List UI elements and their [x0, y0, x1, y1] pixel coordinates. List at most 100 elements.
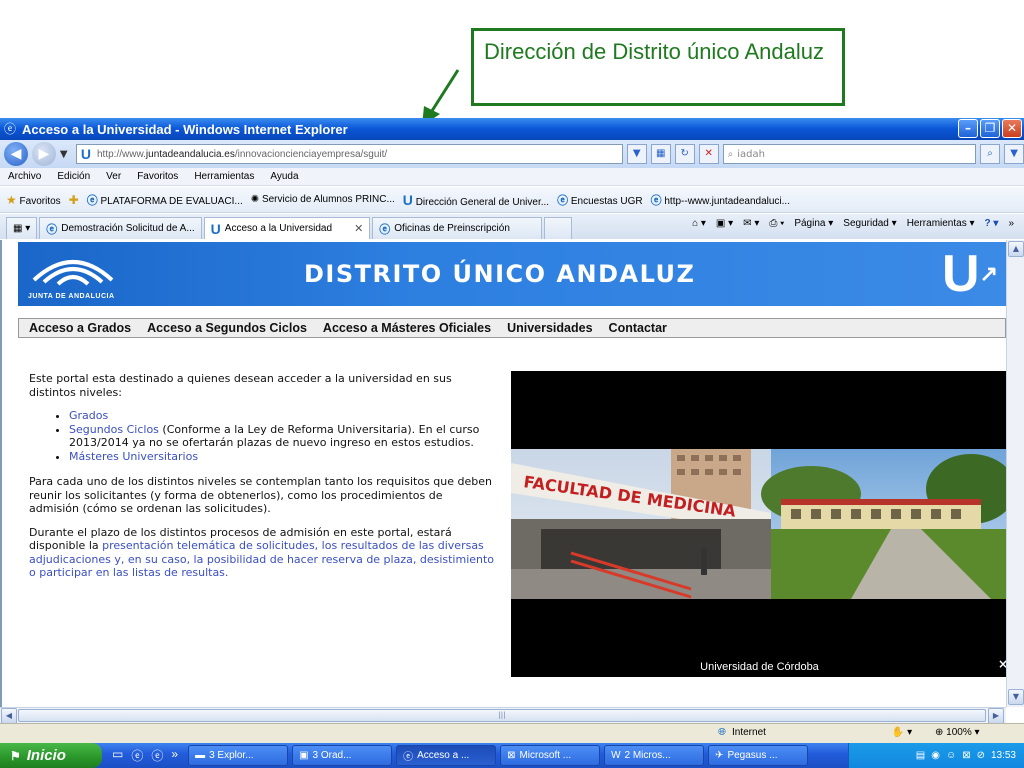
search-button[interactable]: ⌕ [980, 144, 1001, 164]
tray-icon[interactable]: ◉ [931, 750, 940, 761]
photo-facultad-medicina: FACULTAD DE MEDICINA [511, 449, 1006, 599]
forward-button[interactable]: ▶ [31, 142, 56, 166]
link-segundos-ciclos[interactable]: Segundos Ciclos [69, 423, 159, 436]
tab-acceso-universidad[interactable]: U Acceso a la Universidad ✕ [203, 217, 371, 239]
refresh-button[interactable]: ↻ [674, 144, 695, 164]
menu-ver[interactable]: Ver [106, 171, 121, 182]
clock[interactable]: 13:53 [991, 750, 1016, 761]
tab-demostracion[interactable]: ⓔ Demostración Solicitud de A... [39, 217, 202, 239]
history-dropdown-icon[interactable]: ▼ [60, 149, 72, 160]
site-favicon: U [80, 146, 91, 162]
tray-icon[interactable]: ⊘ [977, 750, 985, 761]
nav-acceso-masteres[interactable]: Acceso a Másteres Oficiales [323, 321, 491, 335]
mail-icon[interactable]: ✉ ▾ [743, 218, 759, 229]
nav-acceso-segundos-ciclos[interactable]: Acceso a Segundos Ciclos [147, 321, 307, 335]
scroll-left-button[interactable]: ◀ [1, 708, 17, 724]
admission-paragraph: Durante el plazo de los distintos proces… [29, 526, 495, 580]
close-icon[interactable]: × [998, 657, 1006, 671]
security-menu[interactable]: Seguridad ▾ [843, 218, 896, 229]
start-button[interactable]: ⚑ Inicio [0, 743, 102, 768]
levels-list: Grados Segundos Ciclos (Conforme a la Le… [69, 409, 495, 463]
fav-item-direccion[interactable]: U Dirección General de Univer... [403, 192, 549, 208]
horizontal-scrollbar[interactable]: ◀ ||| ▶ [0, 707, 1006, 724]
zoom-control[interactable]: ⊕ 100% ▾ [935, 727, 980, 738]
tray-icon[interactable]: ▤ [916, 750, 925, 761]
fav-item-junta[interactable]: ⓔ http--www.juntadeandaluci... [651, 192, 790, 208]
window-titlebar[interactable]: ⓔ Acceso a la Universidad - Windows Inte… [0, 118, 1024, 140]
fav-item-label: Servicio de Alumnos PRINC... [261, 194, 395, 205]
scroll-down-button[interactable]: ▼ [1008, 689, 1024, 705]
minimize-button[interactable]: – [958, 119, 978, 138]
fav-item-plataforma[interactable]: ⓔ PLATAFORMA DE EVALUACI... [87, 192, 243, 208]
menu-ayuda[interactable]: Ayuda [270, 171, 298, 182]
junta-arches-icon [32, 260, 114, 286]
new-tab-button[interactable] [544, 217, 573, 239]
horizontal-scroll-thumb[interactable]: ||| [18, 709, 986, 722]
task-oracle[interactable]: ▣ 3 Orad... [292, 745, 393, 766]
tools-menu[interactable]: Herramientas ▾ [907, 218, 975, 229]
tab-label: Demostración Solicitud de A... [61, 223, 195, 234]
tab-label: Oficinas de Preinscripción [394, 223, 510, 234]
pegasus-icon: ✈ [715, 750, 724, 761]
menu-archivo[interactable]: Archivo [8, 171, 41, 182]
link-grados[interactable]: Grados [69, 409, 108, 422]
desktop-icon[interactable]: ▭ [112, 747, 123, 764]
page-menu-label: Página [794, 218, 826, 229]
taskbar: ⚑ Inicio ▭ ⓔ ⓔ » ▬ 3 Explor... ▣ 3 Orad...… [0, 743, 1024, 768]
tab-oficinas[interactable]: ⓔ Oficinas de Preinscripción [372, 217, 543, 239]
vertical-scrollbar[interactable]: ▲ ▼ [1006, 240, 1024, 707]
security-zone[interactable]: 🌐︎ Internet ✋ ▾ [718, 727, 912, 738]
link-masteres[interactable]: Másteres Universitarios [69, 450, 198, 463]
quick-tabs-button[interactable]: ▦ ▾ [6, 217, 38, 239]
close-button[interactable]: ✕ [1002, 119, 1022, 138]
u-logo-icon[interactable]: U↗ [942, 246, 998, 302]
ie-icon[interactable]: ⓔ [151, 747, 163, 764]
nav-universidades[interactable]: Universidades [507, 321, 592, 335]
add-favorite-icon[interactable]: ✚ [69, 193, 79, 207]
zone-label: Internet [732, 727, 766, 738]
menu-edicion[interactable]: Edición [57, 171, 90, 182]
search-options-button[interactable]: ▼ [1004, 144, 1024, 164]
fav-item-servicio[interactable]: ✺ Servicio de Alumnos PRINC... [251, 194, 395, 205]
task-acceso[interactable]: ⓔ Acceso a ... [396, 745, 497, 766]
search-input[interactable]: ⌕ iadah [722, 144, 977, 164]
address-dropdown-button[interactable]: ▼ [626, 144, 647, 164]
tray-icon[interactable]: ☺ [946, 750, 956, 761]
scroll-up-button[interactable]: ▲ [1008, 241, 1024, 257]
print-icon[interactable]: ⎙ ▾ [769, 218, 784, 229]
home-icon[interactable]: ⌂ ▾ [692, 218, 706, 229]
quick-launch: ▭ ⓔ ⓔ » [102, 747, 188, 764]
compatibility-view-button[interactable]: ▦ [650, 144, 671, 164]
fav-item-encuestas[interactable]: ⓔ Encuestas UGR [557, 192, 642, 208]
task-label: 2 Micros... [624, 750, 671, 761]
help-icon[interactable]: ? ▾ [985, 218, 999, 229]
stop-button[interactable]: ✕ [698, 144, 719, 164]
back-button[interactable]: ◀ [4, 142, 28, 166]
nav-contactar[interactable]: Contactar [609, 321, 667, 335]
seal-icon: ✺ [250, 194, 260, 205]
nav-acceso-grados[interactable]: Acceso a Grados [29, 321, 131, 335]
scroll-right-button[interactable]: ▶ [988, 708, 1004, 724]
page-menu[interactable]: Página ▾ [794, 218, 833, 229]
task-pegasus[interactable]: ✈ Pegasus ... [708, 745, 809, 766]
task-explorer[interactable]: ▬ 3 Explor... [188, 745, 289, 766]
tab-bar: ▦ ▾ ⓔ Demostración Solicitud de A... U Acc… [0, 214, 1024, 239]
junta-logo[interactable]: JUNTA DE ANDALUCIA [28, 246, 118, 302]
requirements-paragraph: Para cada uno de los distintos niveles s… [29, 475, 492, 515]
restore-button[interactable]: ❐ [980, 119, 1000, 138]
task-excel[interactable]: ⊠ Microsoft ... [500, 745, 601, 766]
ie-icon[interactable]: ⓔ [131, 747, 143, 764]
menu-herramientas[interactable]: Herramientas [194, 171, 254, 182]
system-tray: ▤ ◉ ☺ ⊠ ⊘ 13:53 [848, 743, 1024, 768]
menu-favoritos[interactable]: Favoritos [137, 171, 178, 182]
protected-mode-icon: ✋ ▾ [891, 727, 913, 738]
tray-icon[interactable]: ⊠ [962, 750, 970, 761]
address-bar[interactable]: U http://www.juntadeandalucia.es/innovac… [75, 144, 623, 164]
more-tools-icon[interactable]: » [1008, 218, 1014, 229]
window-title: Acceso a la Universidad - Windows Intern… [22, 121, 348, 137]
more-icon[interactable]: » [171, 747, 178, 764]
task-word[interactable]: W2 Micros... [604, 745, 705, 766]
feeds-icon[interactable]: ▣ ▾ [716, 218, 733, 229]
close-tab-icon[interactable]: ✕ [354, 222, 363, 235]
favorites-button[interactable]: ★ Favoritos [6, 193, 61, 207]
